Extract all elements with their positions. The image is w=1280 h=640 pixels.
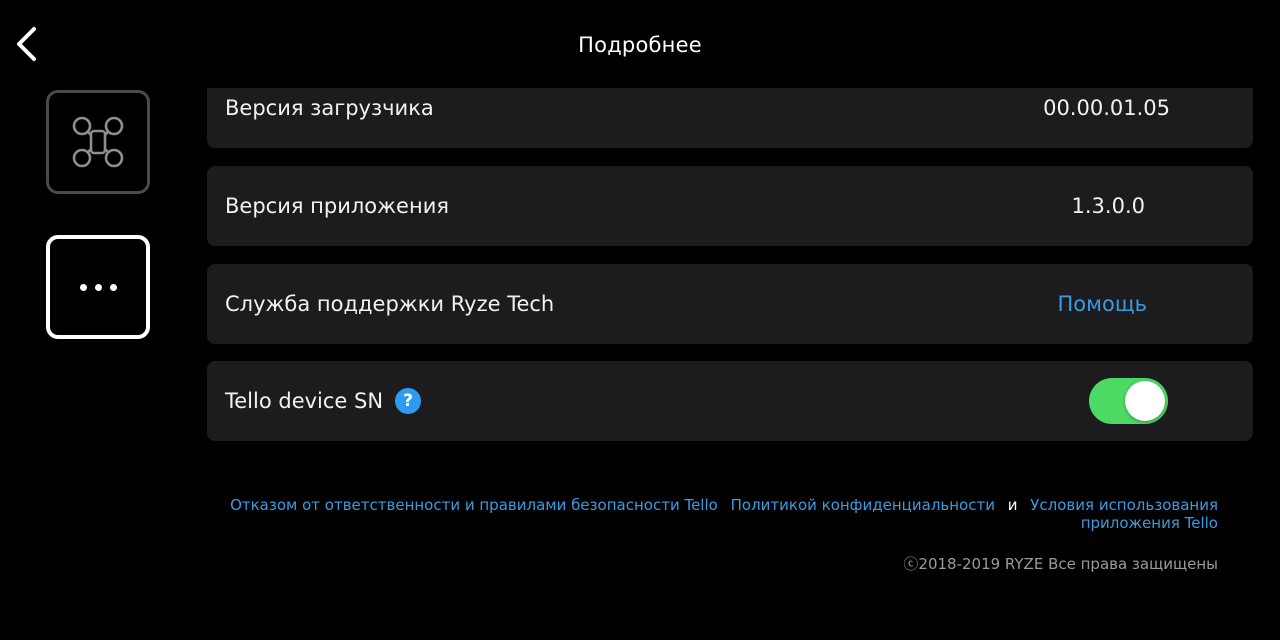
privacy-link[interactable]: Политикой конфиденциальности: [731, 496, 995, 514]
bootloader-version-row: Версия загрузчика 00.00.01.05: [207, 88, 1253, 148]
and-text: и: [1007, 496, 1018, 514]
toggle-knob: [1125, 381, 1165, 421]
question-icon[interactable]: ?: [395, 388, 421, 414]
device-sn-toggle[interactable]: [1089, 378, 1168, 424]
settings-screen: Подробнее Версия загрузчика 00.00.01.05: [0, 0, 1280, 640]
bootloader-version-label: Версия загрузчика: [225, 96, 434, 120]
legal-links: Отказом от ответственности и правилами б…: [178, 496, 1218, 532]
device-sn-label: Tello device SN: [225, 389, 384, 413]
support-label: Служба поддержки Ryze Tech: [225, 292, 555, 316]
sidebar-item-more[interactable]: [46, 235, 150, 339]
drone-icon: [72, 116, 124, 168]
app-version-label: Версия приложения: [225, 194, 449, 218]
bootloader-version-value: 00.00.01.05: [1043, 96, 1170, 120]
copyright-text: ⓒ2018-2019 RYZE Все права защищены: [903, 555, 1218, 573]
settings-list[interactable]: Версия загрузчика 00.00.01.05 Версия при…: [207, 88, 1253, 468]
app-version-value: 1.3.0.0: [1071, 194, 1145, 218]
page-title: Подробнее: [578, 33, 702, 57]
disclaimer-link[interactable]: Отказом от ответственности и правилами б…: [230, 496, 718, 514]
more-dots-icon: [79, 283, 117, 291]
sidebar-item-drone[interactable]: [46, 90, 150, 194]
support-row: Служба поддержки Ryze Tech Помощь: [207, 264, 1253, 344]
help-link[interactable]: Помощь: [1058, 264, 1148, 344]
terms-link[interactable]: Условия использования приложения Tello: [1030, 496, 1218, 532]
app-version-row: Версия приложения 1.3.0.0: [207, 166, 1253, 246]
device-sn-row: Tello device SN ?: [207, 361, 1253, 441]
